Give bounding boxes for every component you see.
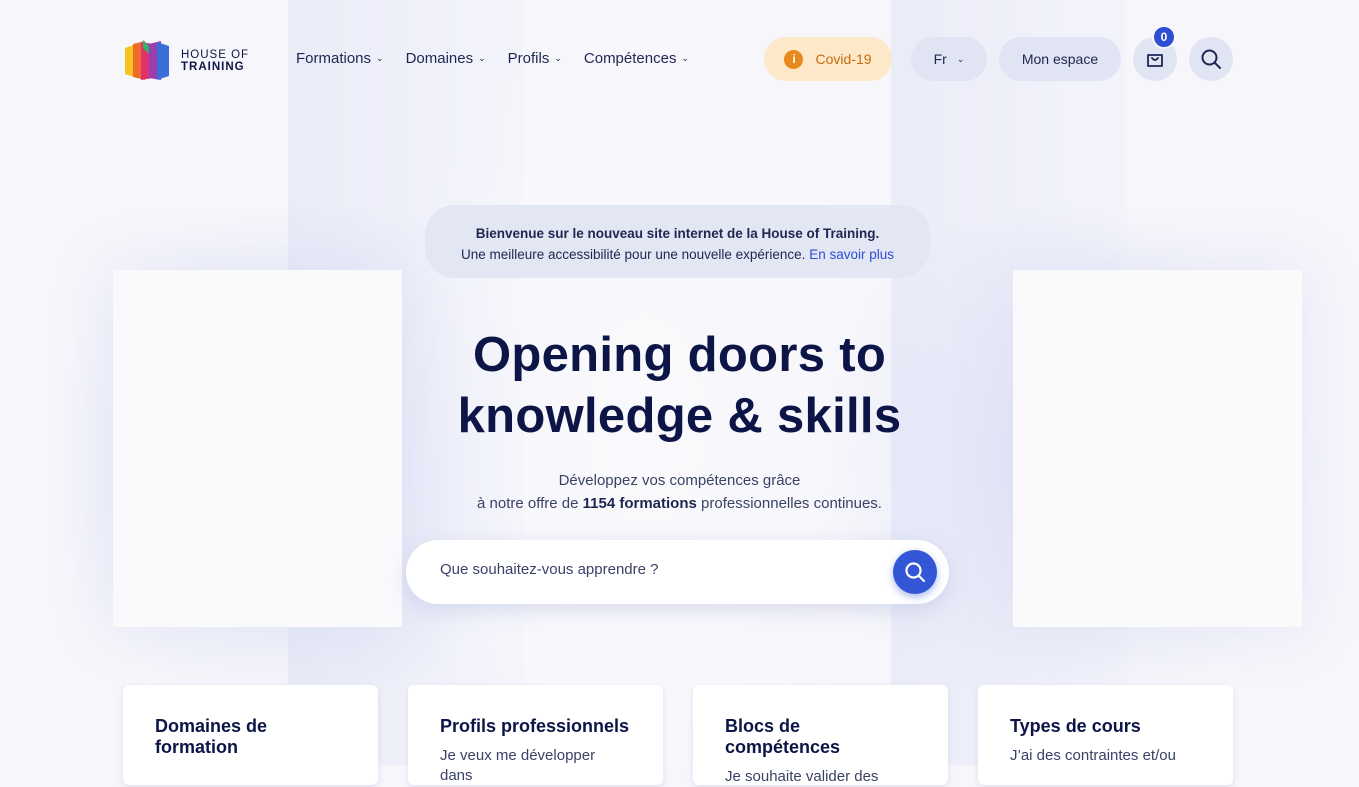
- hero-subtitle-line-1: Développez vos compétences grâce: [558, 472, 801, 489]
- hero-title-line-2: knowledge & skills: [457, 389, 902, 443]
- search-bar: [406, 540, 949, 604]
- nav-label: Domaines: [405, 50, 474, 67]
- card-blocs[interactable]: Blocs de compétences Je souhaite valider…: [693, 685, 948, 785]
- hero-subtitle: Développez vos compétences grâce à notre…: [0, 469, 1359, 515]
- background-glow: [40, 200, 560, 720]
- card-types[interactable]: Types de cours J’ai des contraintes et/o…: [978, 685, 1233, 785]
- card-profils[interactable]: Profils professionnels Je veux me dévelo…: [408, 685, 663, 785]
- covid-label: Covid-19: [815, 51, 872, 67]
- nav-label: Formations: [296, 50, 372, 67]
- card-description: J’ai des contraintes et/ou: [1010, 747, 1176, 764]
- language-selector[interactable]: Fr ⌄: [911, 37, 987, 81]
- card-title: Domaines de formation: [155, 716, 268, 757]
- search-icon: [905, 562, 926, 583]
- card-title: Types de cours: [1010, 716, 1141, 736]
- nav-domaines[interactable]: Domaines ⌄: [406, 50, 486, 67]
- learn-more-link[interactable]: En savoir plus: [809, 247, 894, 262]
- chevron-down-icon: ⌄: [681, 53, 689, 63]
- nav-formations[interactable]: Formations ⌄: [296, 50, 384, 67]
- cart-count-badge: 0: [1152, 25, 1176, 49]
- card-title: Blocs de compétences: [725, 716, 841, 757]
- covid-button[interactable]: i Covid-19: [764, 37, 892, 81]
- background-glow: [800, 200, 1320, 720]
- subtitle-suffix: professionnelles continues.: [701, 495, 882, 512]
- logo-line-2: TRAINING: [181, 61, 245, 73]
- hero-title-line-1: Opening doors to: [472, 328, 887, 382]
- chevron-down-icon: ⌄: [956, 53, 965, 64]
- site-logo[interactable]: HOUSE OF TRAINING: [123, 40, 249, 82]
- info-icon: i: [784, 49, 804, 69]
- my-space-button[interactable]: Mon espace: [999, 37, 1121, 81]
- nav-profils[interactable]: Profils ⌄: [508, 50, 562, 67]
- my-space-label: Mon espace: [1021, 51, 1099, 67]
- nav-label: Compétences: [583, 50, 677, 67]
- logo-wordmark: HOUSE OF TRAINING: [181, 49, 249, 73]
- chevron-down-icon: ⌄: [478, 53, 486, 63]
- card-description: Je souhaite valider des: [725, 768, 879, 785]
- language-label: Fr: [933, 51, 947, 67]
- welcome-banner: Bienvenue sur le nouveau site internet d…: [425, 205, 930, 278]
- chevron-down-icon: ⌄: [554, 53, 562, 63]
- hero-title: Opening doors to knowledge & skills: [0, 325, 1359, 447]
- main-nav: Formations ⌄ Domaines ⌄ Profils ⌄ Compét…: [296, 50, 689, 67]
- banner-line-2: Une meilleure accessibilité pour une nou…: [425, 244, 930, 265]
- card-title: Profils professionnels: [440, 716, 630, 736]
- formations-count: 1154 formations: [582, 495, 697, 512]
- subtitle-prefix: à notre offre de: [477, 495, 579, 512]
- search-input[interactable]: [438, 560, 872, 579]
- nav-label: Profils: [507, 50, 550, 67]
- search-submit-button[interactable]: [893, 550, 937, 594]
- card-domaines[interactable]: Domaines de formation: [123, 685, 378, 785]
- logo-mark-icon: [123, 40, 171, 82]
- background-panel: [1013, 270, 1302, 627]
- search-icon: [1201, 49, 1221, 69]
- header-search-button[interactable]: [1189, 37, 1233, 81]
- banner-text: Une meilleure accessibilité pour une nou…: [460, 247, 806, 262]
- chevron-down-icon: ⌄: [376, 53, 384, 63]
- card-description: Je veux me développer dans: [440, 747, 596, 784]
- hero-subtitle-line-2: à notre offre de 1154 formations profess…: [0, 492, 1359, 515]
- nav-competences[interactable]: Compétences ⌄: [584, 50, 689, 67]
- logo-line-1: HOUSE OF: [181, 49, 250, 61]
- banner-line-1: Bienvenue sur le nouveau site internet d…: [475, 226, 880, 241]
- shopping-bag-icon: [1147, 54, 1163, 67]
- background-panel: [113, 270, 402, 627]
